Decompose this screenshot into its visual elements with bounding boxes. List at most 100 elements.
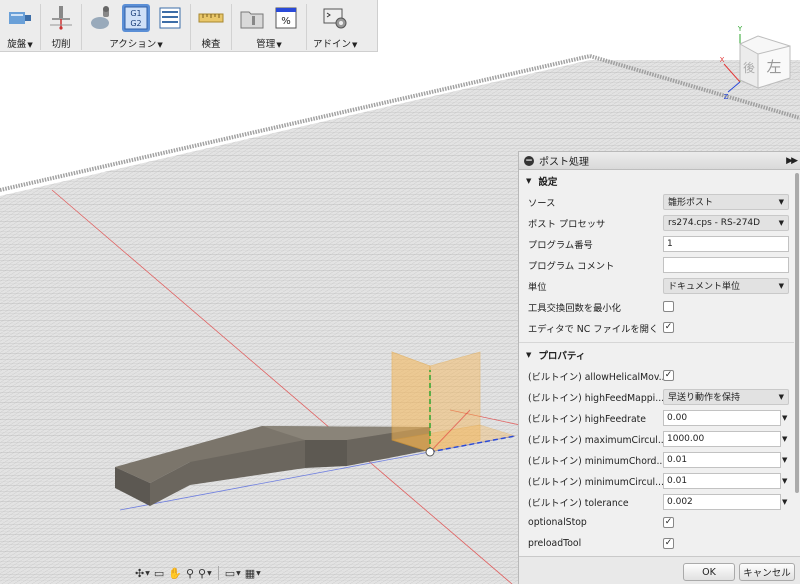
- display-settings-icon[interactable]: ▭ ▼: [225, 565, 241, 581]
- toolbar-group-inspect[interactable]: 検査: [191, 4, 232, 50]
- view-cube-face-back: 後: [743, 61, 755, 75]
- property-input[interactable]: 0.01: [663, 472, 781, 489]
- property-checkbox[interactable]: ✓: [663, 517, 674, 528]
- dropdown-arrow-icon: ▼: [778, 281, 784, 290]
- toolbar-label-turning: 旋盤: [7, 39, 27, 50]
- ribbon-toolbar: 旋盤▼ 切削 G1 G2 アクション▼ 検査 % 管理▼ アドイン▼: [0, 0, 378, 52]
- minimize-tool-changes-label: 工具交換回数を最小化: [528, 302, 621, 314]
- pan-icon[interactable]: ✋: [168, 565, 182, 581]
- cutting-tool-icon[interactable]: [47, 4, 75, 32]
- dropdown-arrow-icon[interactable]: ▼: [782, 477, 787, 485]
- row-open-nc-in-editor: エディタで NC ファイルを開く ✓: [519, 317, 795, 338]
- dialog-header[interactable]: − ポスト処理 ▶▶: [519, 152, 800, 170]
- property-input[interactable]: 0.002: [663, 493, 781, 510]
- property-row: (ビルトイン) allowHelicalMov... ✓: [519, 365, 795, 386]
- row-minimize-tool-changes: 工具交換回数を最小化: [519, 296, 795, 317]
- toolbar-group-cutting[interactable]: 切削: [41, 4, 82, 50]
- scrollbar-thumb[interactable]: [795, 173, 799, 493]
- post-processor-label: ポスト プロセッサ: [528, 218, 606, 230]
- program-number-label: プログラム番号: [528, 239, 593, 251]
- dropdown-arrow-icon: ▼: [778, 392, 784, 401]
- property-label: (ビルトイン) allowHelicalMov...: [528, 371, 663, 383]
- dropdown-arrow-icon[interactable]: ▼: [782, 498, 787, 506]
- dropdown-arrow-icon[interactable]: ▼: [782, 456, 787, 464]
- checkmark-icon: ✓: [664, 538, 673, 548]
- row-source: ソース 雛形ポスト ▼: [519, 191, 795, 212]
- post-processor-value: rs274.cps - RS-274D: [668, 217, 761, 228]
- row-post-processor: ポスト プロセッサ rs274.cps - RS-274D ▼: [519, 212, 795, 233]
- unit-select[interactable]: ドキュメント単位 ▼: [663, 277, 789, 294]
- ruler-icon[interactable]: [197, 4, 225, 32]
- toolbar-group-turning[interactable]: 旋盤▼: [0, 4, 41, 50]
- toolbar-group-actions[interactable]: G1 G2 アクション▼: [82, 4, 191, 50]
- look-at-icon[interactable]: ▭: [154, 565, 164, 581]
- zoom-window-icon[interactable]: ⚲ ▼: [198, 565, 212, 581]
- checkmark-icon: ✓: [664, 322, 673, 332]
- ok-button[interactable]: OK: [683, 563, 735, 581]
- minimize-tool-changes-checkbox[interactable]: [663, 301, 674, 312]
- nc-program-icon[interactable]: %: [272, 4, 300, 32]
- zoom-icon[interactable]: ⚲: [186, 565, 194, 581]
- property-row: (ビルトイン) minimumCircul... 0.01 ▼: [519, 470, 795, 491]
- toolbar-label-inspect: 検査: [201, 39, 221, 50]
- program-comment-input[interactable]: [663, 256, 789, 273]
- orbit-icon[interactable]: ✣ ▼: [135, 565, 150, 581]
- scripts-addins-icon[interactable]: [321, 4, 349, 32]
- g1g2-post-icon[interactable]: G1 G2: [122, 4, 150, 32]
- section-properties-label: プロパティ: [538, 351, 586, 362]
- origin-point: [425, 447, 435, 457]
- axis-label-y: Y: [737, 25, 743, 33]
- property-row: (ビルトイン) highFeedrate 0.00 ▼: [519, 407, 795, 428]
- expand-dialog-icon[interactable]: ▶▶: [786, 156, 798, 166]
- section-collapse-icon[interactable]: ▼: [526, 351, 531, 359]
- simulate-icon[interactable]: [88, 4, 116, 32]
- source-select[interactable]: 雛形ポスト ▼: [663, 193, 789, 210]
- post-processor-select[interactable]: rs274.cps - RS-274D ▼: [663, 214, 789, 231]
- svg-text:G2: G2: [130, 19, 141, 28]
- grid-settings-icon[interactable]: ▦ ▼: [245, 565, 261, 581]
- svg-text:G1: G1: [130, 9, 141, 18]
- section-collapse-icon[interactable]: ▼: [526, 177, 531, 185]
- program-number-input[interactable]: 1: [663, 235, 789, 252]
- view-cube-face-left: 左: [766, 58, 781, 76]
- collapse-dialog-icon[interactable]: −: [524, 155, 534, 166]
- dropdown-arrow-icon[interactable]: ▼: [782, 414, 787, 422]
- property-checkbox[interactable]: ✓: [663, 538, 674, 549]
- property-row: preloadTool ✓: [519, 533, 795, 551]
- axis-label-z: Z: [724, 93, 729, 100]
- property-input[interactable]: 1000.00: [663, 430, 781, 447]
- tool-library-icon[interactable]: [238, 4, 266, 32]
- dropdown-arrow-icon: ▼: [778, 197, 784, 206]
- property-label: (ビルトイン) highFeedMappi...: [528, 392, 663, 404]
- property-label: (ビルトイン) tolerance: [528, 497, 629, 509]
- property-row: optionalStop ✓: [519, 512, 795, 533]
- section-properties[interactable]: ▼ プロパティ: [519, 345, 795, 365]
- dropdown-arrow-icon: ▼: [778, 218, 784, 227]
- property-input[interactable]: 0.01: [663, 451, 781, 468]
- property-checkbox[interactable]: ✓: [663, 370, 674, 381]
- property-label: (ビルトイン) maximumCircul...: [528, 434, 663, 446]
- toolbar-group-addins[interactable]: アドイン▼: [307, 4, 363, 50]
- view-cube[interactable]: 後 左 Y X Z: [718, 20, 798, 101]
- cancel-button[interactable]: キャンセル: [739, 563, 795, 581]
- property-select[interactable]: 早送り動作を保持 ▼: [663, 388, 789, 405]
- property-label: (ビルトイン) highFeedrate: [528, 413, 647, 425]
- lathe-icon[interactable]: [6, 4, 34, 32]
- source-label: ソース: [528, 197, 556, 209]
- dialog-scrollbar[interactable]: [794, 171, 800, 551]
- chevron-down-icon: ▼: [352, 41, 358, 49]
- dropdown-arrow-icon[interactable]: ▼: [782, 435, 787, 443]
- toolbar-group-manage[interactable]: % 管理▼: [232, 4, 307, 50]
- row-unit: 単位 ドキュメント単位 ▼: [519, 275, 795, 296]
- row-program-comment: プログラム コメント: [519, 254, 795, 275]
- open-nc-in-editor-checkbox[interactable]: ✓: [663, 322, 674, 333]
- dialog-body: ▼ 設定 ソース 雛形ポスト ▼ ポスト プロセッサ rs274.cps - RS-…: [519, 171, 795, 551]
- setup-sheet-icon[interactable]: [156, 4, 184, 32]
- property-row: (ビルトイン) tolerance 0.002 ▼: [519, 491, 795, 512]
- property-label: optionalStop: [528, 517, 587, 528]
- section-settings[interactable]: ▼ 設定: [519, 171, 795, 191]
- property-input[interactable]: 0.00: [663, 409, 781, 426]
- open-nc-in-editor-label: エディタで NC ファイルを開く: [528, 323, 659, 335]
- navigation-bar: ✣ ▼ ▭ ✋ ⚲ ⚲ ▼ ▭ ▼ ▦ ▼: [135, 564, 261, 582]
- axis-label-x: X: [720, 56, 725, 64]
